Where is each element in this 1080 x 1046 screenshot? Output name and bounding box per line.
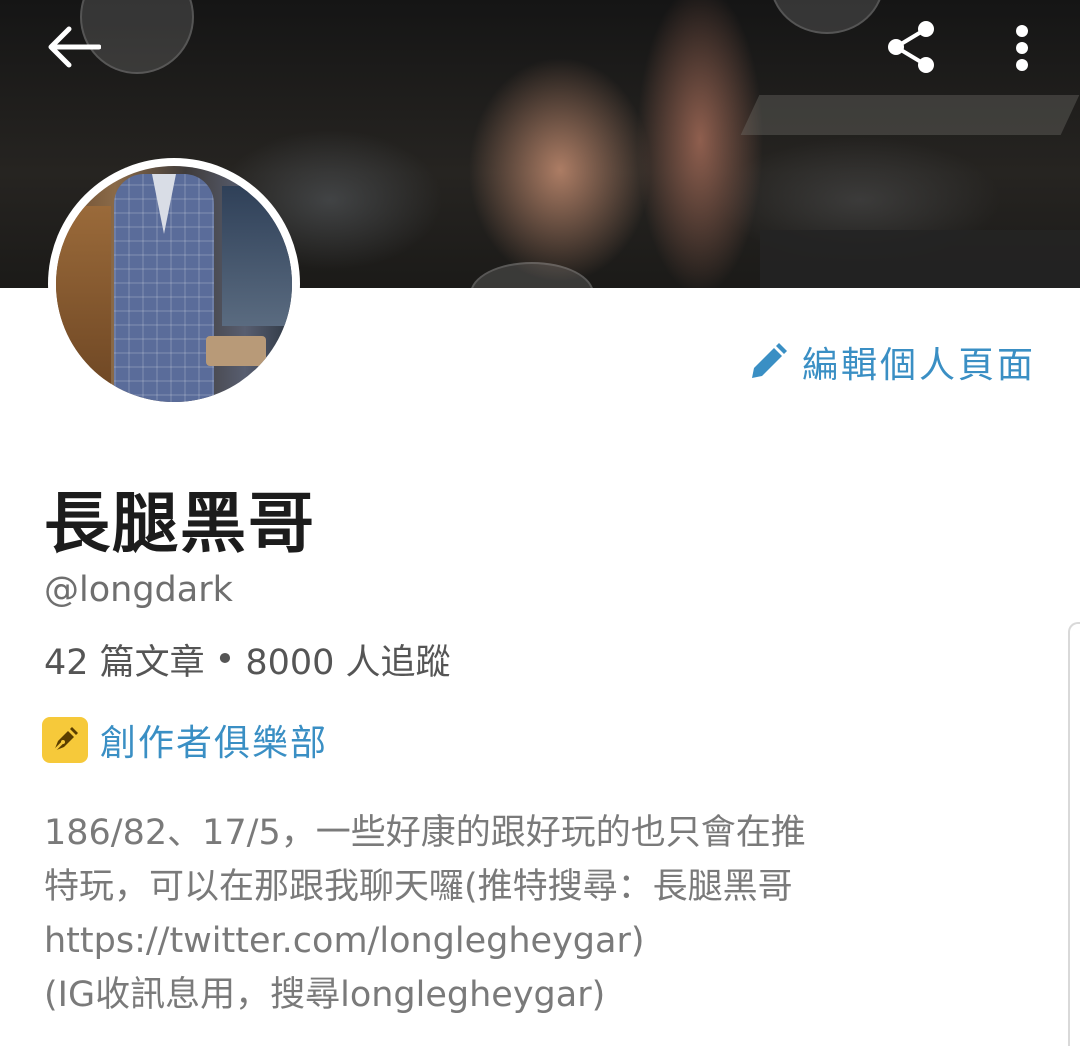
profile-screen: 編輯個人頁面 長腿黑哥 @longdark 42 篇文章 • 8000 人追蹤 … xyxy=(0,0,1080,1046)
share-icon xyxy=(888,21,934,73)
back-button[interactable] xyxy=(40,18,106,76)
arrow-left-icon xyxy=(48,26,101,68)
pen-nib-icon xyxy=(53,727,78,752)
cover-watermark xyxy=(470,262,594,288)
follower-count[interactable]: 8000 人追蹤 xyxy=(245,634,450,685)
avatar-photo xyxy=(56,166,292,402)
scroll-edge-indicator xyxy=(1068,622,1080,1046)
cover-shape xyxy=(740,95,1080,135)
profile-stats: 42 篇文章 • 8000 人追蹤 xyxy=(44,634,451,685)
avatar[interactable] xyxy=(48,158,300,410)
bio-line: 特玩，可以在那跟我聊天囉(推特搜尋：長腿黑哥 xyxy=(44,867,793,907)
more-vertical-icon xyxy=(1016,25,1028,71)
bio-link[interactable]: https://twitter.com/longlegheygar) xyxy=(44,914,904,968)
profile-bio: 186/82、17/5，一些好康的跟好玩的也只會在推 特玩，可以在那跟我聊天囉(… xyxy=(44,806,904,1022)
edit-profile-button[interactable]: 編輯個人頁面 xyxy=(748,336,1036,388)
share-button[interactable] xyxy=(880,14,944,80)
cover-watermark xyxy=(770,0,884,34)
stats-separator: • xyxy=(214,639,236,680)
more-options-button[interactable] xyxy=(1002,18,1042,78)
edit-profile-label: 編輯個人頁面 xyxy=(801,345,1036,386)
creator-club-link[interactable]: 創作者俱樂部 xyxy=(42,714,328,766)
post-count[interactable]: 42 篇文章 xyxy=(44,634,205,685)
profile-handle: @longdark xyxy=(44,570,233,610)
cover-shape xyxy=(760,230,1080,288)
bio-line: (IG收訊息用，搜尋longlegheygar) xyxy=(44,975,606,1015)
bio-line: 186/82、17/5，一些好康的跟好玩的也只會在推 xyxy=(44,813,806,853)
profile-name: 長腿黑哥 xyxy=(44,485,316,562)
creator-badge xyxy=(42,717,88,763)
pencil-icon xyxy=(751,343,787,378)
creator-club-label: 創作者俱樂部 xyxy=(100,723,329,764)
